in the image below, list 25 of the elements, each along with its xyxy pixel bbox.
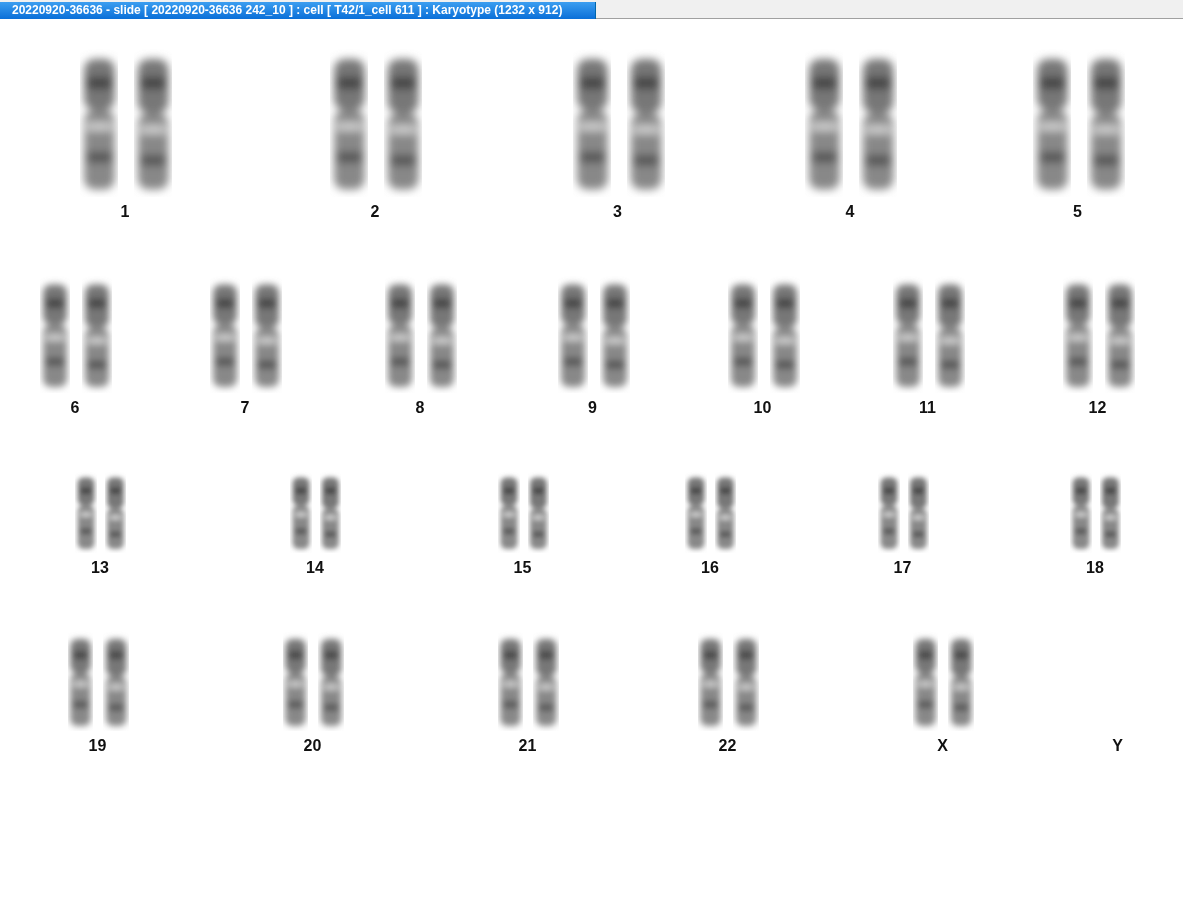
chromosome-number: 19 bbox=[88, 737, 107, 755]
chromosome-number: X bbox=[937, 737, 948, 755]
chromosome-number: 8 bbox=[415, 399, 425, 417]
chromosome-number: 13 bbox=[91, 559, 109, 577]
chromosome-number: 16 bbox=[701, 559, 719, 577]
chromosome-number: 21 bbox=[518, 737, 537, 755]
chromosome-number: 18 bbox=[1086, 559, 1104, 577]
chromosome-number: 1 bbox=[120, 203, 130, 221]
chromosome-number: 4 bbox=[845, 203, 855, 221]
chromosome-number: 3 bbox=[613, 203, 622, 221]
chromosome-number: 22 bbox=[718, 737, 737, 755]
chromosome-number: 11 bbox=[919, 399, 936, 417]
chromosome-number: 6 bbox=[70, 399, 80, 417]
chromosome-number: 5 bbox=[1073, 203, 1082, 221]
chromosome-number: 2 bbox=[370, 203, 380, 221]
chromosome-number: 7 bbox=[240, 399, 250, 417]
chromosome-number: Y bbox=[1112, 737, 1123, 755]
window-title: 20220920-36636 - slide [ 20220920-36636 242_10 ] : cell [ T42/1_cell 611 ] : Karyotype (1232 x 912) bbox=[0, 2, 596, 19]
chromosome-number: 20 bbox=[303, 737, 322, 755]
chromosome-number: 15 bbox=[513, 559, 532, 577]
chromosome-number: 9 bbox=[588, 399, 597, 417]
chromosome-number: 10 bbox=[753, 399, 772, 417]
chromosome-number: 17 bbox=[893, 559, 912, 577]
chromosome-number: 12 bbox=[1088, 399, 1107, 417]
chromosome-number: 14 bbox=[306, 559, 324, 577]
